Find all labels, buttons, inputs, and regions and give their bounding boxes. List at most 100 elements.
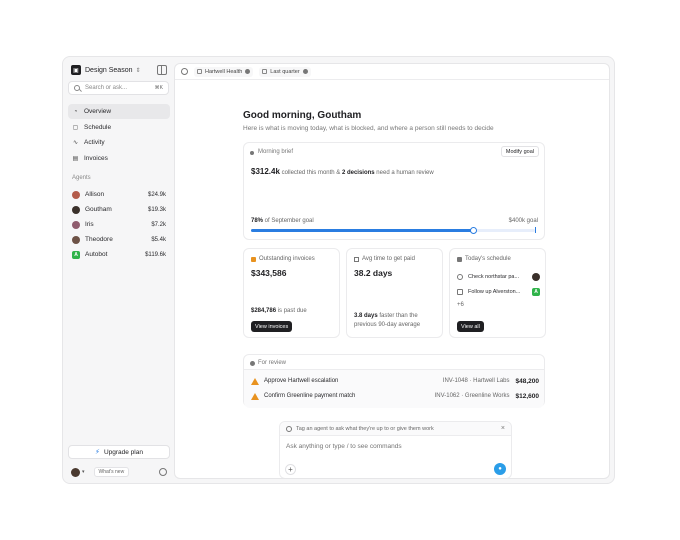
review-row[interactable]: Confirm Greenline payment match INV-1062… xyxy=(251,389,539,403)
goal-progress-label: 78% of September goal xyxy=(251,218,314,224)
outstanding-invoices-card: Outstanding invoices $343,586 $284,786 i… xyxy=(243,248,340,338)
past-due-text: is past due xyxy=(276,308,307,314)
search-icon xyxy=(74,85,80,91)
brief-summary: $312.4k collected this month & 2 decisio… xyxy=(251,167,434,176)
schedule-item[interactable]: Check northstar pa... xyxy=(457,271,540,283)
microphone-icon[interactable]: ● xyxy=(494,463,506,475)
hourglass-icon xyxy=(354,257,359,262)
workspace-switcher[interactable]: ▣ Design Season ⇕ xyxy=(71,64,167,76)
review-row-amount: $48,200 xyxy=(515,377,540,385)
card-title: Today's schedule xyxy=(465,256,511,262)
warning-icon xyxy=(251,392,259,400)
user-avatar[interactable] xyxy=(71,467,80,477)
sidebar-item-overview[interactable]: ◔ Overview xyxy=(68,104,170,119)
agent-item[interactable]: A Autobot $119.6k xyxy=(68,247,170,262)
invoices-icon: ▤ xyxy=(72,155,79,162)
sidebar-item-activity[interactable]: ∿ Activity xyxy=(68,135,170,150)
agent-item[interactable]: Iris $7.2k xyxy=(68,217,170,232)
more-items-count[interactable]: +6 xyxy=(457,302,464,308)
agent-name: Allison xyxy=(85,191,105,198)
modify-goal-button[interactable]: Modify goal xyxy=(500,146,539,157)
close-icon[interactable]: × xyxy=(501,425,505,432)
sidebar-toggle-icon[interactable] xyxy=(157,65,167,75)
decisions-count: 2 decisions xyxy=(341,170,375,176)
review-icon xyxy=(250,361,255,366)
page-subtitle: Here is what is moving today, what is bl… xyxy=(243,125,494,132)
agent-amount: $24.9k xyxy=(147,191,166,198)
goal-marker xyxy=(535,227,536,233)
workspace-logo-icon: ▣ xyxy=(71,65,81,75)
page-title: Good morning, Goutham xyxy=(243,110,362,121)
view-all-button[interactable]: View all xyxy=(457,321,484,332)
at-sign-icon xyxy=(286,425,292,432)
overview-icon: ◔ xyxy=(73,108,78,115)
brief-text: collected this month & xyxy=(279,170,342,176)
agent-item[interactable]: Allison $24.9k xyxy=(68,187,170,202)
chip-label: Last quarter xyxy=(270,68,300,75)
past-due-amount: $284,786 xyxy=(251,308,277,314)
todays-schedule-card: Today's schedule Check northstar pa... F… xyxy=(449,248,546,338)
goal-progress-knob[interactable] xyxy=(469,227,477,234)
sidebar-item-invoices[interactable]: ▤ Invoices xyxy=(68,151,170,166)
agent-amount: $19.3k xyxy=(147,206,166,213)
activity-icon: ∿ xyxy=(72,140,79,146)
upgrade-plan-label: Upgrade plan xyxy=(103,448,143,456)
agent-item[interactable]: Theodore $5.4k xyxy=(68,232,170,247)
filter-chip-period[interactable]: Last quarter xyxy=(259,66,311,77)
avatar xyxy=(532,273,540,281)
main-panel: Hartwell Health Last quarter Good mornin… xyxy=(174,63,610,479)
avatar xyxy=(72,205,80,214)
chip-label: Hartwell Health xyxy=(205,68,243,75)
sidebar-item-label: Overview xyxy=(84,108,112,115)
avg-time-to-paid-card: Avg time to get paid 38.2 days 3.8 days … xyxy=(346,248,443,338)
stat-cards: Outstanding invoices $343,586 $284,786 i… xyxy=(243,248,546,338)
sidebar-item-label: Invoices xyxy=(84,154,108,162)
avg-days-value: 38.2 days xyxy=(354,268,393,278)
brief-text: need a human review xyxy=(374,170,434,176)
outstanding-amount: $343,586 xyxy=(251,268,287,278)
agent-item[interactable]: Goutham $19.3k xyxy=(68,202,170,217)
sidebar-item-label: Schedule xyxy=(84,123,112,131)
agent-composer: Tag an agent to ask what they're up to o… xyxy=(279,421,512,478)
composer-hint-bar: Tag an agent to ask what they're up to o… xyxy=(280,422,511,436)
schedule-item[interactable]: Follow up Alverston... A xyxy=(457,286,540,298)
search-input[interactable]: Search or ask... xyxy=(85,85,127,91)
review-row-reference: INV-1048 · Hartwell Labs xyxy=(442,378,510,384)
view-invoices-button[interactable]: View invoices xyxy=(251,321,293,332)
agent-amount: $5.4k xyxy=(151,236,166,243)
past-due-note: $284,786 is past due xyxy=(251,307,339,316)
close-icon[interactable] xyxy=(302,69,308,74)
agents-heading: Agents xyxy=(72,175,91,181)
card-title: Avg time to get paid xyxy=(362,256,415,262)
agent-name: Theodore xyxy=(85,236,113,243)
close-icon[interactable] xyxy=(245,69,251,74)
add-attachment-button[interactable]: + xyxy=(285,464,296,475)
building-icon xyxy=(197,69,202,74)
collected-amount: $312.4k xyxy=(251,167,280,176)
clock-icon xyxy=(457,274,463,280)
sidebar-item-schedule[interactable]: ▢ Schedule xyxy=(68,120,170,135)
sidebar-item-label: Activity xyxy=(84,139,105,146)
search-box[interactable]: Search or ask... ⌘K xyxy=(68,81,169,95)
whats-new-button[interactable]: What's new xyxy=(93,467,130,477)
mail-icon xyxy=(457,289,463,295)
upgrade-plan-button[interactable]: ⚡ Upgrade plan xyxy=(68,445,170,459)
sidebar-footer: ▾ What's new xyxy=(71,466,167,478)
brief-title: Morning brief xyxy=(258,149,294,155)
bot-avatar-icon: A xyxy=(72,250,80,259)
gear-icon[interactable] xyxy=(159,468,167,476)
review-row-label: Approve Hartwell escalation xyxy=(264,378,339,384)
command-input[interactable] xyxy=(286,443,486,450)
history-icon[interactable] xyxy=(181,68,188,75)
filter-chip-client[interactable]: Hartwell Health xyxy=(194,66,254,77)
review-list: Approve Hartwell escalation INV-1048 · H… xyxy=(244,369,544,408)
goal-target: $400k goal xyxy=(508,218,538,224)
sidebar-nav: ◔ Overview ▢ Schedule ∿ Activity ▤ Invoi… xyxy=(68,104,170,166)
search-shortcut: ⌘K xyxy=(154,85,163,91)
calendar-icon xyxy=(457,257,462,262)
faster-days: 3.8 days xyxy=(354,313,378,319)
chevron-down-icon[interactable]: ▾ xyxy=(82,469,85,475)
schedule-icon: ▢ xyxy=(72,124,79,131)
review-row[interactable]: Approve Hartwell escalation INV-1048 · H… xyxy=(251,374,539,388)
agent-name: Autobot xyxy=(85,251,108,258)
